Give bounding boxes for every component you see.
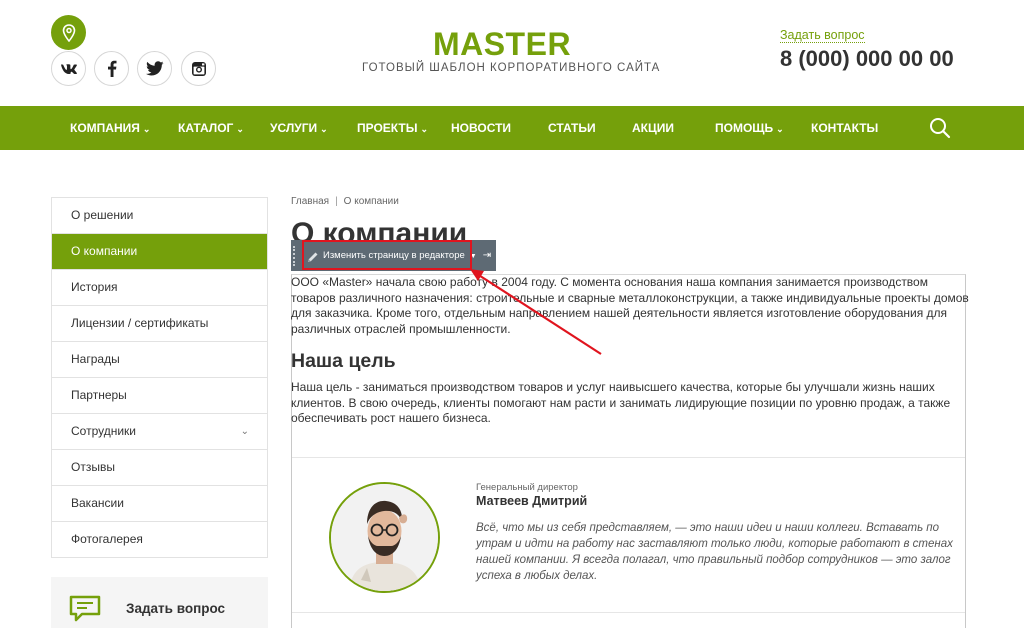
person-role: Генеральный директор <box>476 482 578 493</box>
goal-heading: Наша цель <box>291 350 396 372</box>
site-logo[interactable]: MASTER ГОТОВЫЙ ШАБЛОН КОРПОРАТИВНОГО САЙ… <box>362 26 661 74</box>
sidebar-item-awards[interactable]: Награды <box>52 342 267 378</box>
nav-label: КОМПАНИЯ <box>70 121 140 135</box>
ask-question-link[interactable]: Задать вопрос <box>780 28 865 43</box>
nav-item-company[interactable]: КОМПАНИЯ ⌄ <box>70 106 150 150</box>
chevron-down-icon[interactable]: ⌄ <box>241 414 249 449</box>
chevron-down-icon: ⌄ <box>236 124 244 134</box>
breadcrumb-home[interactable]: Главная <box>291 196 329 207</box>
instagram-icon[interactable] <box>181 51 216 86</box>
sidebar-item-gallery[interactable]: Фотогалерея <box>52 522 267 558</box>
nav-label: ПРОЕКТЫ <box>357 121 418 135</box>
sidebar-item-history[interactable]: История <box>52 270 267 306</box>
nav-item-contacts[interactable]: КОНТАКТЫ <box>811 106 878 150</box>
breadcrumb-current[interactable]: О компании <box>344 196 399 207</box>
nav-label: СТАТЬИ <box>548 121 596 135</box>
goal-paragraph: Наша цель - заниматься производством тов… <box>291 380 951 425</box>
sidebar-item-label: Сотрудники <box>71 424 136 438</box>
nav-label: УСЛУГИ <box>270 121 318 135</box>
chevron-down-icon: ⌄ <box>142 124 151 134</box>
nav-item-projects[interactable]: ПРОЕКТЫ ⌄ <box>357 106 428 150</box>
breadcrumb-separator: | <box>335 196 338 207</box>
nav-item-help[interactable]: ПОМОЩЬ ⌄ <box>715 106 784 150</box>
sidebar-item-licenses[interactable]: Лицензии / сертификаты <box>52 306 267 342</box>
nav-item-promotions[interactable]: АКЦИИ <box>632 106 674 150</box>
pin-icon[interactable]: ⇥ <box>478 240 496 271</box>
main-nav: КОМПАНИЯ ⌄ КАТАЛОГ ⌄ УСЛУГИ ⌄ ПРОЕКТЫ ⌄ НОВО… <box>0 106 1024 150</box>
twitter-icon[interactable] <box>137 51 172 86</box>
chevron-down-icon: ⌄ <box>420 124 429 134</box>
sidebar-item-employees[interactable]: Сотрудники ⌄ <box>52 414 267 450</box>
phone-number[interactable]: 8 (000) 000 00 00 <box>780 46 954 72</box>
logo-title: MASTER <box>432 26 572 62</box>
divider <box>292 457 965 458</box>
nav-item-services[interactable]: УСЛУГИ ⌄ <box>270 106 328 150</box>
nav-label: КАТАЛОГ <box>178 121 234 135</box>
divider <box>292 612 965 613</box>
facebook-icon[interactable] <box>94 51 129 86</box>
nav-label: НОВОСТИ <box>451 121 512 135</box>
avatar <box>329 482 440 593</box>
search-icon[interactable] <box>929 117 951 139</box>
sidebar-item-vacancies[interactable]: Вакансии <box>52 486 267 522</box>
chevron-down-icon: ⌄ <box>776 124 784 134</box>
location-pin-icon[interactable] <box>51 15 86 50</box>
highlight-frame <box>302 240 472 270</box>
person-quote: Всё, что мы из себя представляем, — это … <box>476 522 953 582</box>
nav-label: АКЦИИ <box>632 121 675 135</box>
chat-icon <box>69 595 101 628</box>
sidebar-item-about-solution[interactable]: О решении <box>52 198 267 234</box>
breadcrumb: Главная | О компании <box>291 196 399 207</box>
sidebar-item-reviews[interactable]: Отзывы <box>52 450 267 486</box>
nav-item-news[interactable]: НОВОСТИ <box>451 106 511 150</box>
sidebar-menu: О решении О компании История Лицензии / … <box>51 197 268 558</box>
nav-label: КОНТАКТЫ <box>811 121 879 135</box>
drag-handle-icon[interactable] <box>293 246 298 266</box>
ask-box-label: Задать вопрос <box>126 601 226 616</box>
nav-item-articles[interactable]: СТАТЬИ <box>548 106 596 150</box>
nav-item-catalog[interactable]: КАТАЛОГ ⌄ <box>178 106 244 150</box>
header: MASTER ГОТОВЫЙ ШАБЛОН КОРПОРАТИВНОГО САЙ… <box>0 0 1024 106</box>
intro-paragraph: ООО «Master» начала свою работу в 2004 г… <box>291 275 969 336</box>
vk-icon[interactable] <box>51 51 86 86</box>
sidebar-item-partners[interactable]: Партнеры <box>52 378 267 414</box>
chevron-down-icon: ⌄ <box>320 124 328 134</box>
sidebar-item-about-company[interactable]: О компании <box>52 234 267 270</box>
person-name: Матвеев Дмитрий <box>476 494 588 508</box>
logo-subtitle: ГОТОВЫЙ ШАБЛОН КОРПОРАТИВНОГО САЙТА <box>362 62 661 74</box>
ask-question-box[interactable]: Задать вопрос <box>51 577 268 628</box>
nav-label: ПОМОЩЬ <box>715 121 774 135</box>
